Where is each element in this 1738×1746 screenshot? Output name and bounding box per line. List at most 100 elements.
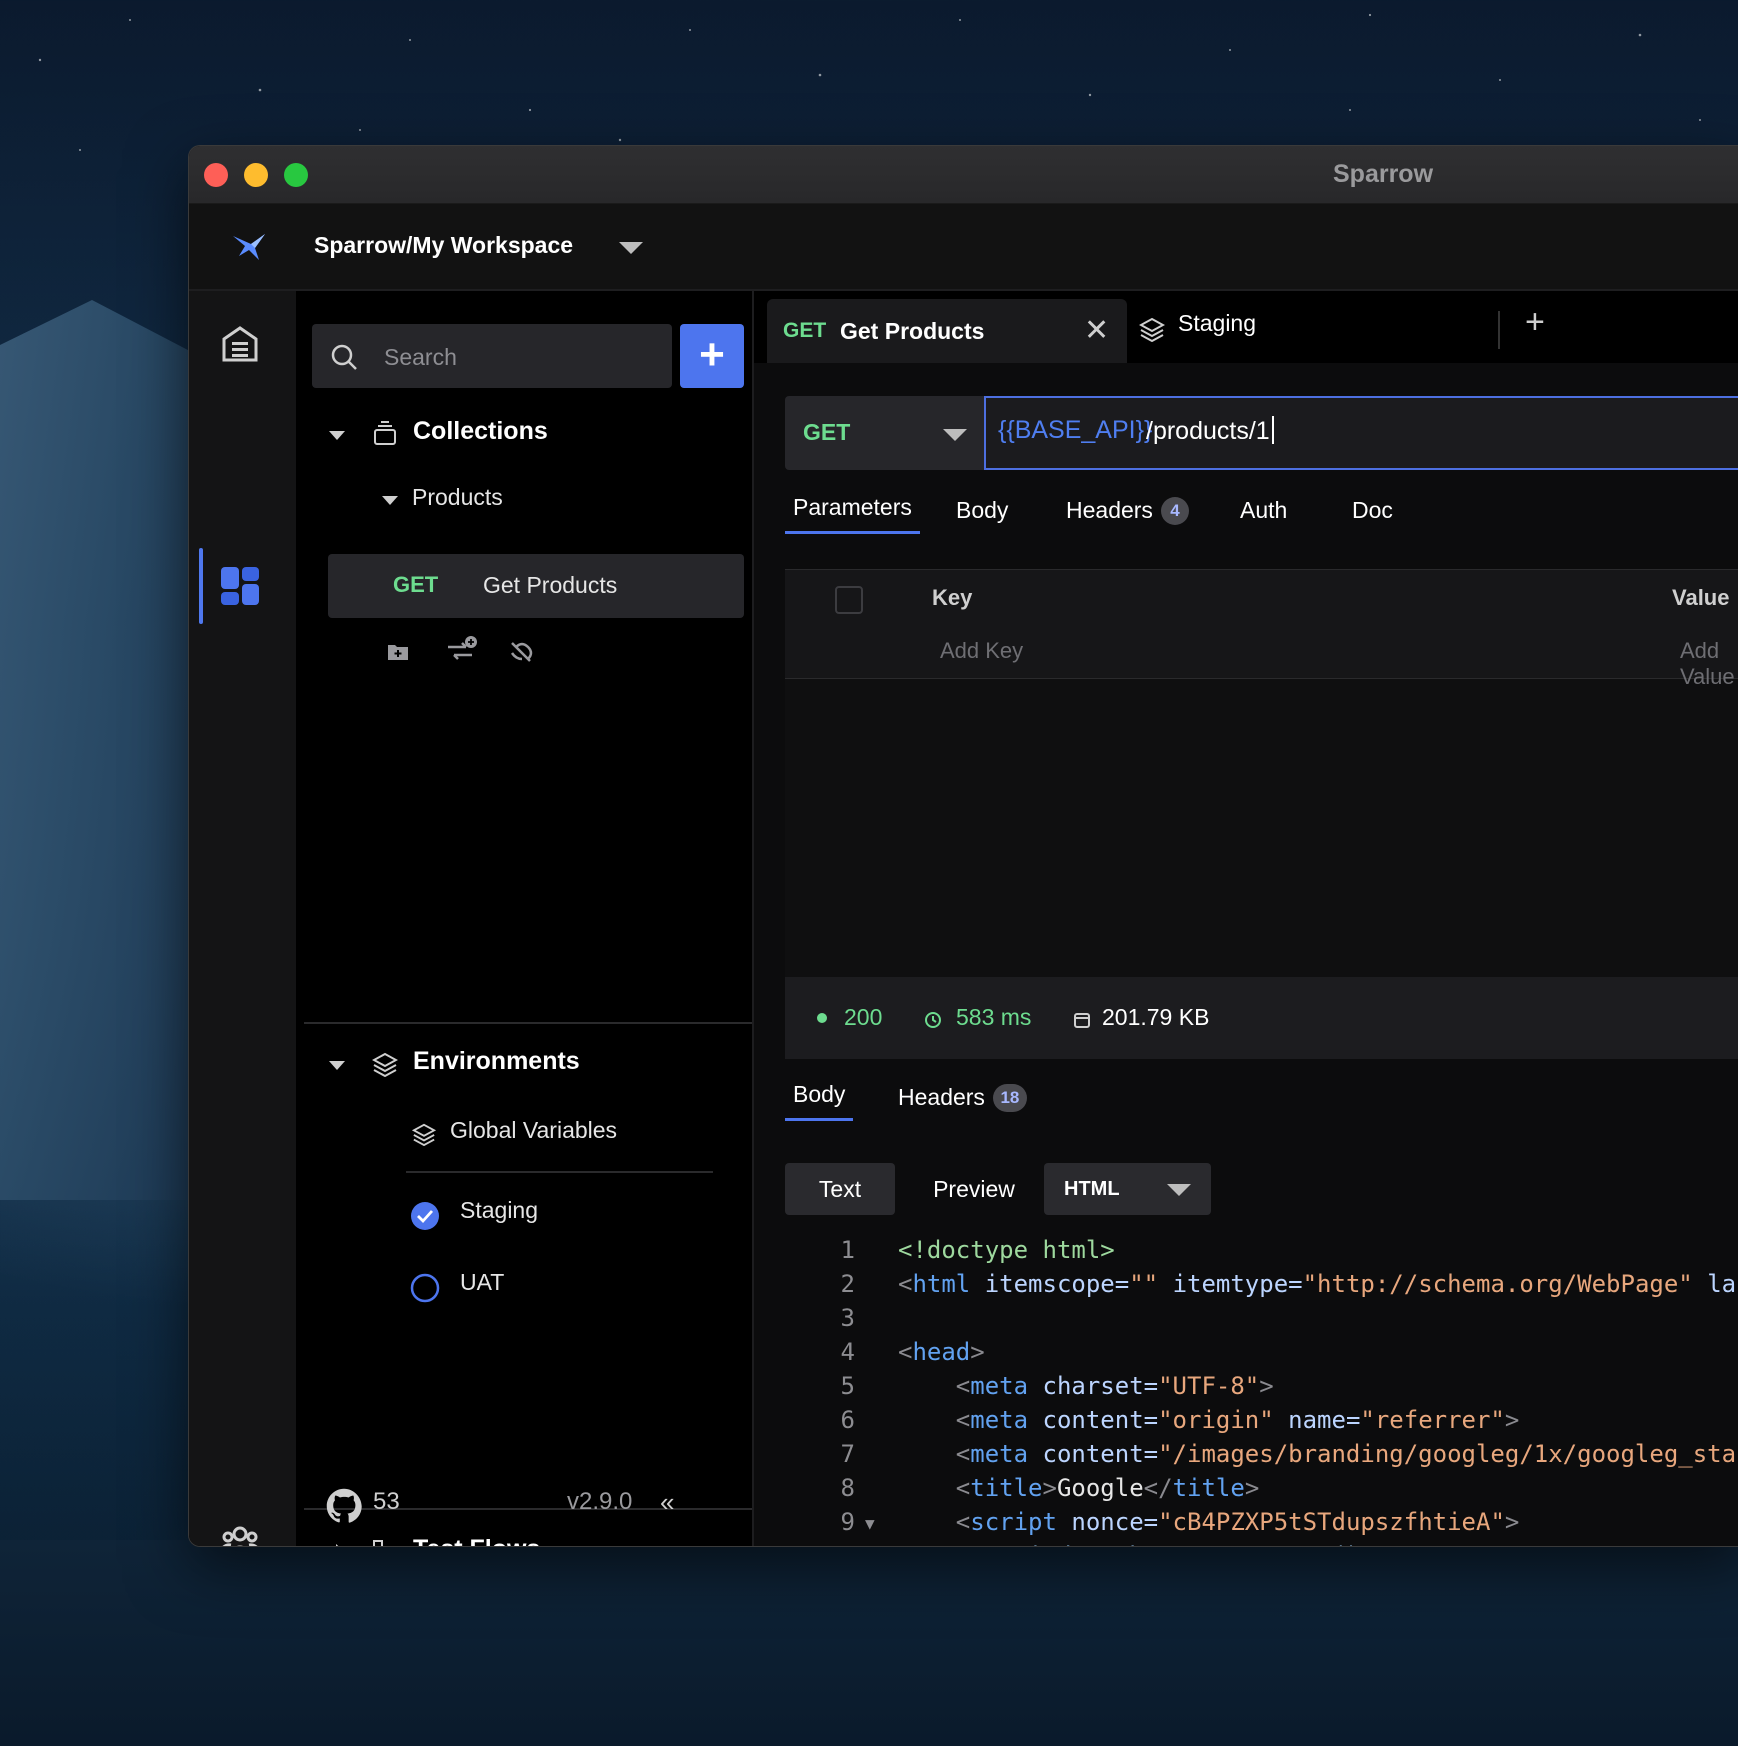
env-item-uat[interactable]: UAT (460, 1269, 504, 1296)
code-text: <head> (898, 1338, 985, 1366)
close-icon[interactable]: ✕ (1084, 313, 1109, 348)
zoom-window-button[interactable] (284, 163, 308, 187)
status-code: 200 (844, 1004, 883, 1030)
response-tabs: Body Headers 18 (785, 1081, 1738, 1131)
tab-staging[interactable]: Staging (1178, 310, 1256, 337)
response-time: 583 ms (956, 1004, 1032, 1030)
add-key-input[interactable]: Add Key (940, 638, 1023, 664)
code-line: 6 <meta content="origin" name="referrer"… (785, 1406, 1738, 1440)
radio-empty-icon[interactable] (410, 1273, 440, 1303)
view-text-button[interactable]: Text (785, 1163, 895, 1215)
add-folder-icon[interactable] (386, 640, 410, 664)
url-path: /products/1 (1146, 416, 1274, 446)
fold-arrow-icon[interactable]: ▼ (865, 1514, 875, 1533)
response-status-bar: 200 583 ms 201.79 KB (785, 977, 1738, 1059)
search-placeholder: Search (384, 344, 457, 370)
workspace-bar: Sparrow/My Workspace (189, 204, 1738, 291)
collections-title[interactable]: Collections (413, 417, 548, 446)
add-button[interactable]: + (680, 324, 744, 388)
response-tab-headers[interactable]: Headers 18 (898, 1084, 1027, 1112)
tab-doc[interactable]: Doc (1352, 497, 1393, 524)
home-icon[interactable] (219, 323, 261, 365)
line-number: 3 (840, 1304, 855, 1332)
env-divider (406, 1171, 713, 1173)
sidebar: Search + Collections Products GET Get Pr… (296, 291, 754, 1546)
select-all-checkbox[interactable] (835, 586, 863, 614)
line-number: 2 (840, 1270, 855, 1298)
environments-title[interactable]: Environments (413, 1047, 580, 1076)
environments-collapse-caret[interactable] (329, 1061, 345, 1070)
method-value: GET (803, 419, 851, 445)
tab-get-products[interactable]: GET Get Products ✕ (767, 299, 1127, 363)
workspace-name[interactable]: Sparrow/My Workspace (314, 232, 573, 259)
code-text: <script nonce="cB4PZXP5tSTdupszfhtieA"> (955, 1508, 1520, 1536)
window-title: Sparrow (1333, 160, 1434, 188)
tab-parameters[interactable]: Parameters (785, 494, 920, 534)
layers-icon (372, 1052, 398, 1077)
request-name: Get Products (483, 572, 618, 598)
request-method: GET (393, 572, 439, 597)
testflows-title[interactable]: Test Flows (413, 1535, 540, 1546)
env-item-staging[interactable]: Staging (460, 1197, 538, 1224)
tab-headers[interactable]: Headers 4 (1066, 497, 1189, 525)
folder-products[interactable]: Products (412, 484, 503, 511)
code-line: 8 <title>Google</title> (785, 1474, 1738, 1508)
team-icon[interactable] (219, 1520, 261, 1547)
line-number: 8 (840, 1474, 855, 1502)
tab-method: GET (783, 319, 827, 342)
github-star-count: 53 (373, 1488, 400, 1515)
code-line: 3 (785, 1304, 1738, 1338)
code-text: <meta content="/images/branding/googleg/… (955, 1440, 1738, 1468)
add-request-icon[interactable] (444, 635, 478, 665)
code-line: 7 <meta content="/images/branding/google… (785, 1440, 1738, 1474)
code-text: <meta content="origin" name="referrer"> (955, 1406, 1520, 1434)
response-size: 201.79 KB (1102, 1004, 1210, 1030)
code-text: <html itemscope="" itemtype="http://sche… (898, 1270, 1738, 1298)
github-icon[interactable] (326, 1488, 362, 1524)
active-indicator (199, 548, 203, 624)
request-item[interactable]: GET Get Products (328, 554, 744, 618)
url-input[interactable]: {{BASE_API}} /products/1 (984, 396, 1738, 470)
format-value: HTML (1064, 1178, 1120, 1200)
parameters-table: Key Value Add Key Add Value (785, 569, 1738, 1000)
chevron-down-icon[interactable] (619, 242, 643, 254)
headers-count-badge: 4 (1160, 497, 1189, 525)
line-number: 1 (840, 1236, 855, 1264)
collections-dashboard-icon[interactable] (219, 565, 261, 607)
method-select[interactable]: GET (785, 396, 984, 470)
response-tab-body[interactable]: Body (785, 1081, 854, 1121)
check-circle-icon[interactable] (410, 1201, 440, 1231)
line-number: 4 (840, 1338, 855, 1366)
file-size-icon (1074, 1013, 1090, 1028)
global-variables-item[interactable]: Global Variables (450, 1117, 617, 1144)
code-text: <meta charset="UTF-8"> (955, 1372, 1274, 1400)
flow-icon (373, 1540, 383, 1546)
add-websocket-icon[interactable] (508, 637, 538, 665)
view-preview-button[interactable]: Preview (914, 1163, 1034, 1215)
minimize-window-button[interactable] (244, 163, 268, 187)
folder-collapse-caret[interactable] (382, 496, 398, 505)
line-number: 7 (840, 1440, 855, 1468)
response-headers-count-badge: 18 (992, 1084, 1027, 1112)
search-input[interactable]: Search (312, 324, 672, 388)
code-line: 1 <!doctype html> (785, 1236, 1738, 1270)
new-tab-button[interactable]: + (1525, 303, 1545, 342)
collapse-sidebar-button[interactable]: « (660, 1487, 674, 1518)
sparrow-logo-icon (233, 234, 265, 260)
text-cursor (1271, 416, 1274, 444)
testflows-expand-caret[interactable] (336, 1544, 345, 1546)
request-tabs-bar: GET Get Products ✕ Staging + (754, 291, 1738, 363)
tab-auth[interactable]: Auth (1240, 497, 1287, 524)
collections-collapse-caret[interactable] (329, 431, 345, 440)
format-select[interactable]: HTML (1044, 1163, 1211, 1215)
close-window-button[interactable] (204, 163, 228, 187)
collection-stack-icon (374, 421, 396, 445)
tab-label: Get Products (840, 318, 985, 344)
tab-body[interactable]: Body (956, 497, 1008, 524)
request-section-tabs: Parameters Body Headers 4 Auth Doc (785, 494, 1738, 544)
add-value-input[interactable]: Add Value (1680, 638, 1738, 690)
value-header: Value (1672, 585, 1730, 610)
line-number: 6 (840, 1406, 855, 1434)
chevron-down-icon (943, 429, 967, 441)
clock-icon (925, 1012, 941, 1028)
